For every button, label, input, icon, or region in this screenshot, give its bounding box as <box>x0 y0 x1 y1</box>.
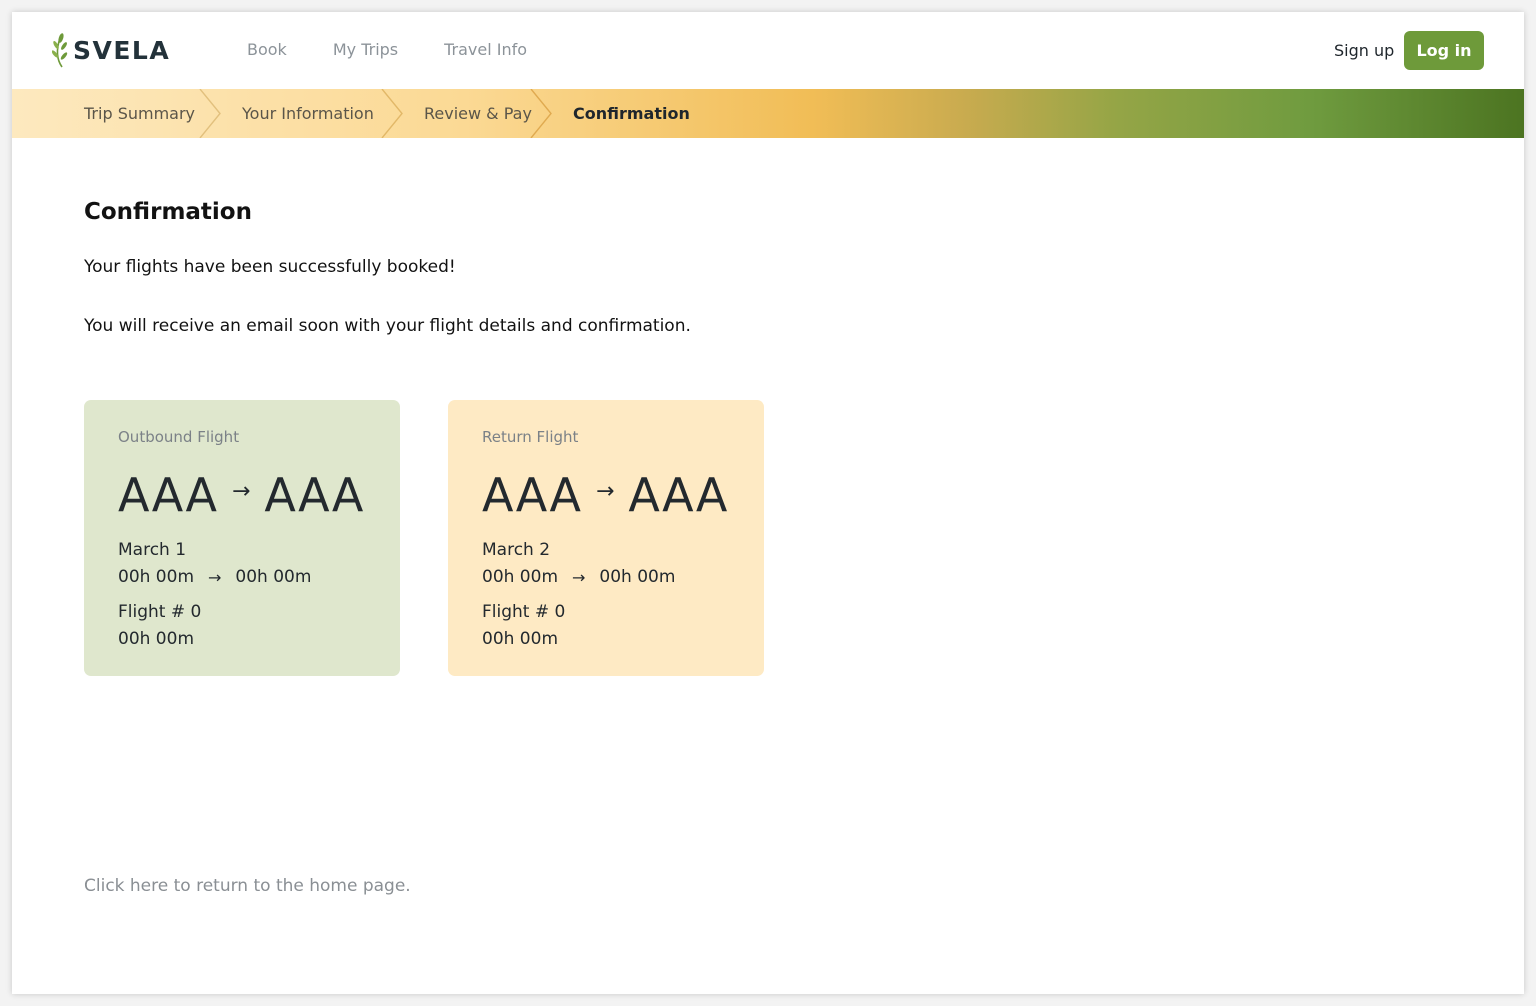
chevron-right-icon <box>381 89 403 138</box>
arrival-time: 00h 00m <box>235 567 312 587</box>
flight-number: Flight # 0 <box>482 602 566 622</box>
nav-travel-info-link[interactable]: Travel Info <box>444 40 527 59</box>
flight-times: 00h 00m → 00h 00m <box>118 567 311 587</box>
booking-progress-steps: Trip Summary Your Information Review & P… <box>12 89 1524 138</box>
outbound-flight-card: Outbound Flight AAA → AAA March 1 00h 00… <box>84 400 400 676</box>
brand-name: SVELA <box>73 35 171 65</box>
arrow-right-icon: → <box>231 478 251 504</box>
origin-code: AAA <box>118 468 218 522</box>
card-label: Outbound Flight <box>118 428 240 446</box>
step-your-information[interactable]: Your Information <box>242 104 374 123</box>
destination-code: AAA <box>628 468 729 522</box>
destination-code: AAA <box>264 468 365 522</box>
arrow-right-icon: → <box>595 478 615 504</box>
flight-date: March 2 <box>482 540 551 560</box>
flight-route: AAA → AAA <box>482 468 728 522</box>
flight-route: AAA → AAA <box>118 468 364 522</box>
page-title: Confirmation <box>84 199 252 225</box>
card-label: Return Flight <box>482 428 579 446</box>
site-header: SVELA Book My Trips Travel Info Sign up … <box>12 12 1524 89</box>
flight-date: March 1 <box>118 540 187 560</box>
chevron-right-icon <box>199 89 221 138</box>
success-message: Your flights have been successfully book… <box>84 257 456 277</box>
step-confirmation[interactable]: Confirmation <box>573 104 690 123</box>
nav-book-link[interactable]: Book <box>247 40 287 59</box>
arrival-time: 00h 00m <box>599 567 676 587</box>
return-home-link[interactable]: Click here to return to the home page. <box>84 876 411 896</box>
flight-duration: 00h 00m <box>482 629 559 649</box>
leaf-icon <box>52 33 68 68</box>
step-trip-summary[interactable]: Trip Summary <box>84 104 195 123</box>
origin-code: AAA <box>482 468 582 522</box>
arrow-right-icon: → <box>208 567 222 587</box>
step-review-pay[interactable]: Review & Pay <box>424 104 532 123</box>
email-notice: You will receive an email soon with your… <box>84 316 691 336</box>
flight-number: Flight # 0 <box>118 602 202 622</box>
return-flight-card: Return Flight AAA → AAA March 2 00h 00m … <box>448 400 764 676</box>
main-nav: Book My Trips Travel Info <box>247 40 573 59</box>
flight-duration: 00h 00m <box>118 629 195 649</box>
flight-times: 00h 00m → 00h 00m <box>482 567 675 587</box>
departure-time: 00h 00m <box>482 567 559 587</box>
chevron-right-icon <box>530 89 552 138</box>
nav-my-trips-link[interactable]: My Trips <box>333 40 398 59</box>
log-in-button[interactable]: Log in <box>1404 31 1484 70</box>
browser-page: SVELA Book My Trips Travel Info Sign up … <box>12 12 1524 994</box>
departure-time: 00h 00m <box>118 567 195 587</box>
svela-logo[interactable]: SVELA <box>52 32 170 68</box>
sign-up-link[interactable]: Sign up <box>1334 41 1394 60</box>
arrow-right-icon: → <box>572 567 586 587</box>
